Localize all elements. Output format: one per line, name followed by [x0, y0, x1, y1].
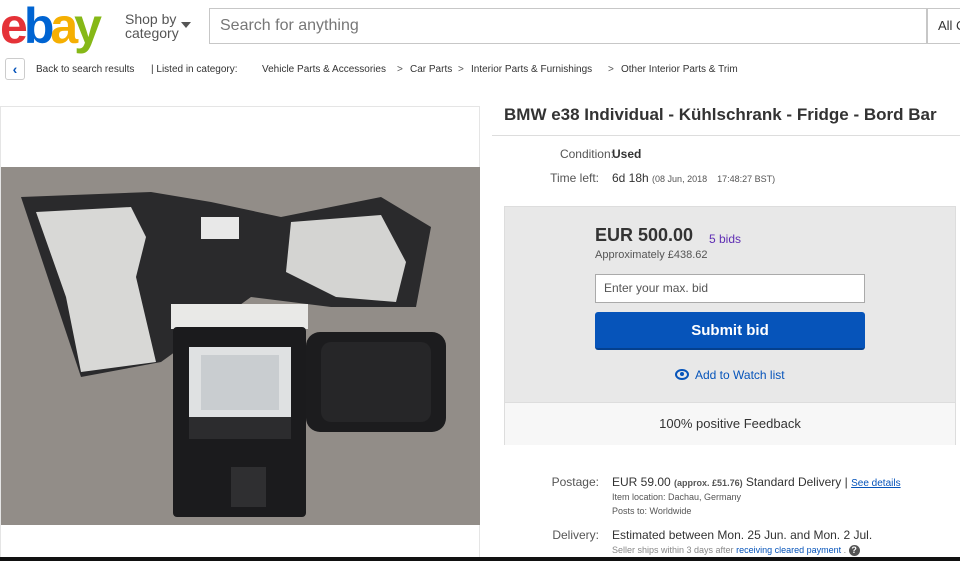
breadcrumb-item[interactable]: Other Interior Parts & Trim — [621, 58, 738, 82]
all-categories-select[interactable]: All C — [927, 8, 960, 44]
seller-feedback: 100% positive Feedback — [659, 416, 801, 431]
max-bid-input[interactable]: Enter your max. bid — [595, 274, 865, 303]
shop-by-category-button[interactable]: Shop by category — [125, 12, 191, 40]
chevron-down-icon — [181, 22, 191, 28]
help-icon[interactable]: ? — [848, 545, 860, 556]
product-photo[interactable] — [1, 167, 480, 525]
listed-in-label: | Listed in category: — [151, 64, 238, 75]
approx-price: Approximately £438.62 — [595, 249, 708, 261]
search-input[interactable]: Search for anything — [209, 8, 927, 44]
item-location: Item location: Dachau, Germany — [612, 492, 742, 502]
breadcrumb-separator: > — [397, 64, 403, 75]
divider — [492, 135, 960, 136]
back-to-search-link[interactable]: Back to search results — [36, 58, 134, 82]
delivery-label: Delivery: — [552, 528, 599, 542]
image-gallery — [0, 106, 480, 561]
postage-info: EUR 59.00 (approx. £51.76) Standard Deli… — [612, 475, 901, 489]
time-left-label: Time left: — [550, 171, 599, 185]
breadcrumb-item[interactable]: Interior Parts & Furnishings — [471, 58, 592, 82]
submit-bid-button[interactable]: Submit bid — [595, 312, 865, 350]
add-to-watch-list-link[interactable]: Add to Watch list — [675, 368, 785, 382]
header: ebay Shop by category Search for anythin… — [0, 0, 960, 52]
postage-label: Postage: — [551, 475, 599, 489]
posts-to: Posts to: Worldwide — [612, 506, 692, 516]
eye-icon — [675, 369, 689, 381]
breadcrumb-separator: > — [608, 64, 614, 75]
condition-label: Condition: — [559, 147, 614, 161]
time-left-value: 6d 18h (08 Jun, 2018 17:48:27 BST) — [612, 171, 776, 185]
current-price: EUR 500.00 — [595, 225, 694, 245]
breadcrumb-separator: > — [458, 64, 464, 75]
delivery-value: Estimated between Mon. 25 Jun. and Mon. … — [612, 528, 873, 542]
taskbar-edge — [0, 557, 960, 561]
seller-ships-note: Seller ships within 3 days after receivi… — [612, 545, 860, 556]
back-arrow-icon[interactable]: ‹ — [5, 58, 25, 80]
see-details-link[interactable]: See details — [851, 478, 900, 489]
ebay-logo[interactable]: ebay — [0, 1, 102, 51]
bid-panel: EUR 500.00 5 bids Approximately £438.62 … — [504, 206, 956, 445]
breadcrumb-item[interactable]: Car Parts — [410, 58, 452, 82]
cleared-payment-link[interactable]: receiving cleared payment — [736, 545, 841, 555]
item-title: BMW e38 Individual - Kühlschrank - Fridg… — [504, 105, 937, 124]
bid-count-link[interactable]: 5 bids — [709, 232, 741, 246]
breadcrumb-item[interactable]: Vehicle Parts & Accessories — [262, 58, 386, 82]
feedback-section: 100% positive Feedback — [505, 402, 955, 445]
condition-value: Used — [612, 147, 642, 161]
